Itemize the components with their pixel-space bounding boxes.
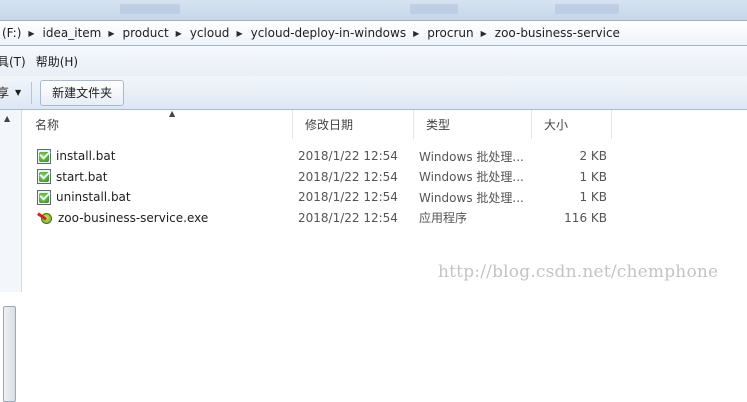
file-row[interactable]: zoo-business-service.exe 2018/1/22 12:54…	[23, 208, 747, 229]
file-name-cell: uninstall.bat	[23, 189, 293, 205]
file-size: 2 KB	[579, 149, 607, 164]
bat-file-icon	[37, 148, 51, 164]
watermark: http://blog.csdn.net/chemphone	[438, 262, 719, 282]
breadcrumb-label: idea_item	[42, 26, 102, 40]
dropdown-arrow-icon: ▼	[15, 88, 22, 97]
chevron-right-icon[interactable]: ▶	[481, 29, 490, 38]
file-name-cell: install.bat	[23, 148, 293, 164]
file-type: 应用程序	[419, 211, 468, 226]
column-header-type[interactable]: 类型	[414, 110, 532, 139]
menu-bar: 具(T) 帮助(H)	[0, 46, 747, 76]
blurred-tab	[410, 4, 458, 14]
column-header-date[interactable]: 修改日期	[293, 110, 414, 139]
file-row[interactable]: install.bat 2018/1/22 12:54 Windows 批处理.…	[23, 146, 747, 167]
breadcrumb-label: zoo-business-service	[494, 26, 620, 40]
breadcrumb-product[interactable]: product ▶	[118, 21, 185, 45]
breadcrumb-label: product	[122, 26, 169, 40]
breadcrumb-ycloud[interactable]: ycloud ▶	[185, 21, 246, 45]
file-type: Windows 批处理...	[419, 170, 524, 185]
breadcrumb-drive[interactable]: (F:) ▶	[0, 21, 38, 45]
file-type: Windows 批处理...	[419, 149, 524, 164]
scroll-up-icon[interactable]: ▲	[4, 114, 10, 123]
breadcrumb-label: ycloud	[189, 26, 230, 40]
breadcrumb-idea-item[interactable]: idea_item ▶	[38, 21, 118, 45]
file-date: 2018/1/22 12:54	[298, 210, 398, 225]
bat-file-icon	[37, 189, 51, 205]
scrollbar-thumb[interactable]	[3, 306, 16, 402]
blurred-tab	[120, 4, 180, 14]
menu-help[interactable]: 帮助(H)	[36, 53, 88, 70]
breadcrumb-ycloud-deploy[interactable]: ycloud-deploy-in-windows ▶	[246, 21, 423, 45]
file-name: install.bat	[56, 149, 116, 164]
blurred-tab	[555, 4, 619, 14]
column-headers: ▲ 名称 修改日期 类型 大小	[23, 109, 747, 139]
breadcrumb-procrun[interactable]: procrun ▶	[422, 21, 490, 45]
column-label: 类型	[426, 118, 451, 132]
share-button[interactable]: 享 ▼	[0, 84, 21, 101]
file-name: start.bat	[56, 169, 108, 184]
file-list: install.bat 2018/1/22 12:54 Windows 批处理.…	[23, 146, 747, 228]
navigation-pane: ▲	[0, 110, 22, 402]
file-name-cell: start.bat	[23, 169, 293, 185]
column-header-name[interactable]: ▲ 名称	[23, 109, 293, 139]
toolbar-divider	[31, 81, 33, 104]
toolbar: 享 ▼ 新建文件夹	[0, 76, 747, 110]
column-label: 修改日期	[305, 118, 354, 132]
breadcrumb-label: (F:)	[2, 26, 22, 40]
file-name-cell: zoo-business-service.exe	[23, 210, 293, 225]
file-row[interactable]: uninstall.bat 2018/1/22 12:54 Windows 批处…	[23, 187, 747, 208]
breadcrumb-label: ycloud-deploy-in-windows	[250, 26, 407, 40]
file-size: 1 KB	[579, 169, 607, 184]
breadcrumb-label: procrun	[427, 26, 474, 40]
window-top-strip	[0, 0, 747, 20]
column-label: 大小	[544, 118, 569, 132]
breadcrumb-zoo-business-service[interactable]: zoo-business-service	[490, 21, 627, 45]
file-date: 2018/1/22 12:54	[298, 149, 398, 164]
chevron-right-icon[interactable]: ▶	[176, 29, 185, 38]
sort-ascending-icon: ▲	[169, 109, 176, 118]
menu-tools[interactable]: 具(T)	[0, 53, 36, 70]
address-bar[interactable]: (F:) ▶ idea_item ▶ product ▶ ycloud ▶ yc…	[0, 20, 747, 46]
new-folder-label: 新建文件夹	[52, 86, 113, 100]
file-name: uninstall.bat	[56, 190, 131, 205]
new-folder-button[interactable]: 新建文件夹	[40, 79, 125, 106]
file-size: 1 KB	[579, 190, 607, 205]
chevron-right-icon[interactable]: ▶	[236, 29, 245, 38]
chevron-right-icon[interactable]: ▶	[28, 29, 37, 38]
bat-file-icon	[37, 169, 51, 185]
share-label: 享	[0, 86, 10, 100]
chevron-right-icon[interactable]: ▶	[108, 29, 117, 38]
file-name: zoo-business-service.exe	[58, 210, 209, 225]
file-date: 2018/1/22 12:54	[298, 169, 398, 184]
column-label: 名称	[35, 118, 60, 132]
column-header-size[interactable]: 大小	[532, 110, 612, 139]
exe-file-icon	[37, 210, 53, 225]
chevron-right-icon[interactable]: ▶	[413, 29, 422, 38]
file-date: 2018/1/22 12:54	[298, 190, 398, 205]
file-size: 116 KB	[564, 210, 607, 225]
file-row[interactable]: start.bat 2018/1/22 12:54 Windows 批处理...…	[23, 167, 747, 188]
file-type: Windows 批处理...	[419, 190, 524, 205]
